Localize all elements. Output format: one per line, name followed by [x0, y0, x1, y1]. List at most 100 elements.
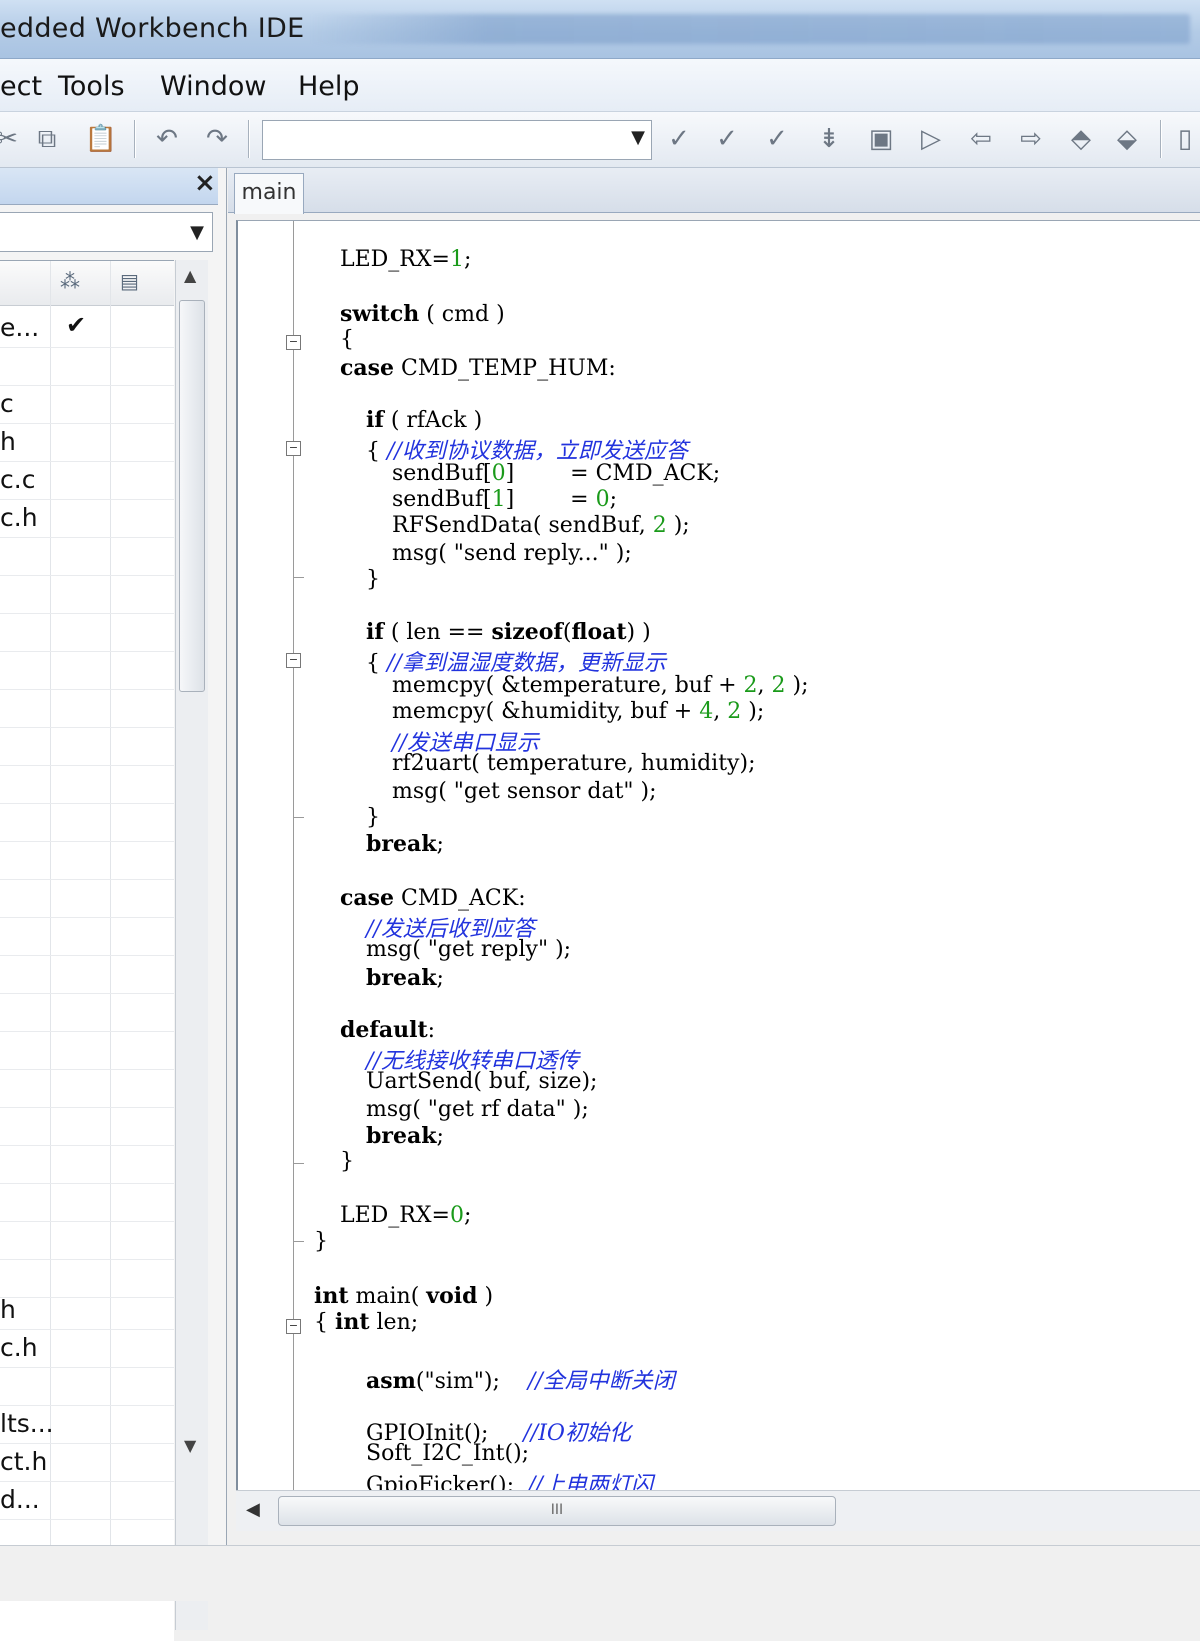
fold-gutter: − − − −	[238, 221, 310, 1511]
compile-icon[interactable]: ⬘	[1064, 122, 1098, 156]
code-line: msg( "get sensor dat" );	[392, 779, 657, 804]
code-line: asm("sim"); //全局中断关闭	[366, 1368, 675, 1394]
workspace-vertical-scrollbar[interactable]: ▲ ▼	[175, 260, 208, 1630]
file-row	[0, 1031, 174, 1070]
file-row	[0, 613, 174, 652]
menu-help[interactable]: Help	[298, 71, 360, 102]
go-icon[interactable]: ▷	[914, 122, 948, 156]
nav-back-icon[interactable]: ⇦	[964, 122, 998, 156]
file-row[interactable]: c	[0, 385, 174, 424]
nav-forward-icon[interactable]: ⇨	[1014, 122, 1048, 156]
file-name: d...	[0, 1485, 40, 1514]
workspace-panel: × ▼ ⁂ ▤ e... ✔ c h c.c c.h h c.h lts... …	[0, 168, 227, 1641]
scroll-down-icon[interactable]: ▼	[184, 1436, 196, 1455]
code-line: LED_RX=1;	[340, 247, 472, 272]
file-row	[0, 537, 174, 576]
code-line: Soft_I2C_Int();	[366, 1441, 530, 1466]
file-row[interactable]: ct.h	[0, 1443, 174, 1482]
fold-toggle-icon[interactable]: −	[286, 441, 301, 456]
template-icon[interactable]: ▣	[864, 122, 898, 156]
scroll-up-icon[interactable]: ▲	[184, 266, 196, 285]
code-line: sendBuf[0] = CMD_ACK;	[392, 461, 721, 486]
paste-icon[interactable]: 📋	[84, 122, 118, 156]
code-line: RFSendData( sendBuf, 2 );	[392, 513, 690, 538]
file-row	[0, 917, 174, 956]
find-combo[interactable]: ▼	[262, 120, 652, 160]
file-name: e...	[0, 313, 40, 342]
redo-icon[interactable]: ↷	[200, 122, 234, 156]
file-row[interactable]: c.h	[0, 1329, 174, 1368]
undo-icon[interactable]: ↶	[150, 122, 184, 156]
menu-tools[interactable]: Tools	[58, 71, 125, 102]
file-row	[0, 955, 174, 994]
chevron-down-icon[interactable]: ▼	[190, 222, 204, 243]
next-breakpoint-icon[interactable]: ✓	[710, 122, 744, 156]
menu-project[interactable]: ect	[0, 71, 42, 102]
menu-bar: ect Tools Window Help	[0, 59, 1200, 112]
fold-toggle-icon[interactable]: −	[286, 1319, 301, 1334]
file-row[interactable]: c.c	[0, 461, 174, 500]
file-row	[0, 1107, 174, 1146]
title-bar: edded Workbench IDE	[0, 0, 1200, 59]
file-row[interactable]	[0, 1367, 174, 1406]
code-line: rf2uart( temperature, humidity);	[392, 751, 756, 776]
step-icon[interactable]: ✓	[760, 122, 794, 156]
file-row[interactable]: e... ✔	[0, 309, 174, 348]
title-path-blur	[310, 14, 1190, 44]
code-line: msg( "send reply..." );	[392, 541, 632, 566]
file-row[interactable]	[0, 347, 174, 386]
file-row	[0, 727, 174, 766]
file-row[interactable]: h	[0, 1291, 174, 1330]
chevron-down-icon[interactable]: ▼	[631, 127, 645, 148]
scroll-left-icon[interactable]: ◀	[246, 1499, 260, 1520]
copy-icon[interactable]: ⧉	[30, 122, 64, 156]
configuration-select[interactable]: ▼	[0, 212, 213, 252]
window-title: edded Workbench IDE	[0, 13, 305, 44]
file-row	[0, 1145, 174, 1184]
code-line: int main( void )	[314, 1283, 494, 1309]
file-name: c	[0, 389, 14, 418]
code-line: case CMD_TEMP_HUM:	[340, 355, 616, 381]
editor-horizontal-scrollbar[interactable]: ◀ III	[236, 1490, 1200, 1531]
fold-toggle-icon[interactable]: −	[286, 335, 301, 350]
fold-end	[294, 1163, 304, 1164]
cut-icon[interactable]: ✂	[0, 122, 24, 156]
fold-end	[294, 1241, 304, 1242]
file-row	[0, 1069, 174, 1108]
scroll-thumb[interactable]	[179, 300, 205, 692]
file-row[interactable]: h	[0, 423, 174, 462]
scroll-thumb[interactable]: III	[278, 1496, 836, 1526]
code-line: }	[366, 567, 380, 592]
code-line: break;	[366, 831, 444, 857]
menu-window[interactable]: Window	[160, 71, 266, 102]
code-editor[interactable]: − − − − LED_RX=1; switch ( cmd ) { case …	[236, 220, 1200, 1511]
code-line: switch ( cmd )	[340, 301, 505, 327]
file-name: c.h	[0, 503, 38, 532]
file-row[interactable]: c.h	[0, 499, 174, 538]
code-line: case CMD_ACK:	[340, 885, 526, 911]
file-name: c.c	[0, 465, 36, 494]
file-name: lts...	[0, 1409, 54, 1438]
status-bar	[0, 1545, 1200, 1601]
fold-toggle-icon[interactable]: −	[286, 653, 301, 668]
toolbar-separator	[248, 120, 250, 158]
tab-main[interactable]: main	[234, 173, 304, 214]
output-icon[interactable]: ▤	[120, 269, 139, 293]
partial-icon[interactable]: ▯	[1168, 122, 1200, 156]
fold-guide	[293, 221, 294, 1511]
toggle-breakpoint-icon[interactable]: ✓	[662, 122, 696, 156]
code-line: default:	[340, 1017, 436, 1043]
file-row[interactable]: lts...	[0, 1405, 174, 1444]
fold-end	[294, 577, 304, 578]
file-row	[0, 841, 174, 880]
file-row	[0, 1221, 174, 1260]
make-icon[interactable]: ⬙	[1110, 122, 1144, 156]
bookmark-icon[interactable]: ⇟	[812, 122, 846, 156]
compiler-options-icon[interactable]: ⁂	[60, 269, 80, 293]
code-line: if ( len == sizeof(float) )	[366, 619, 651, 645]
code-line: if ( rfAck )	[366, 407, 483, 433]
workspace-header	[0, 168, 218, 205]
file-row[interactable]: d...	[0, 1481, 174, 1520]
close-icon[interactable]: ×	[194, 168, 216, 198]
code-line: {	[340, 327, 354, 352]
